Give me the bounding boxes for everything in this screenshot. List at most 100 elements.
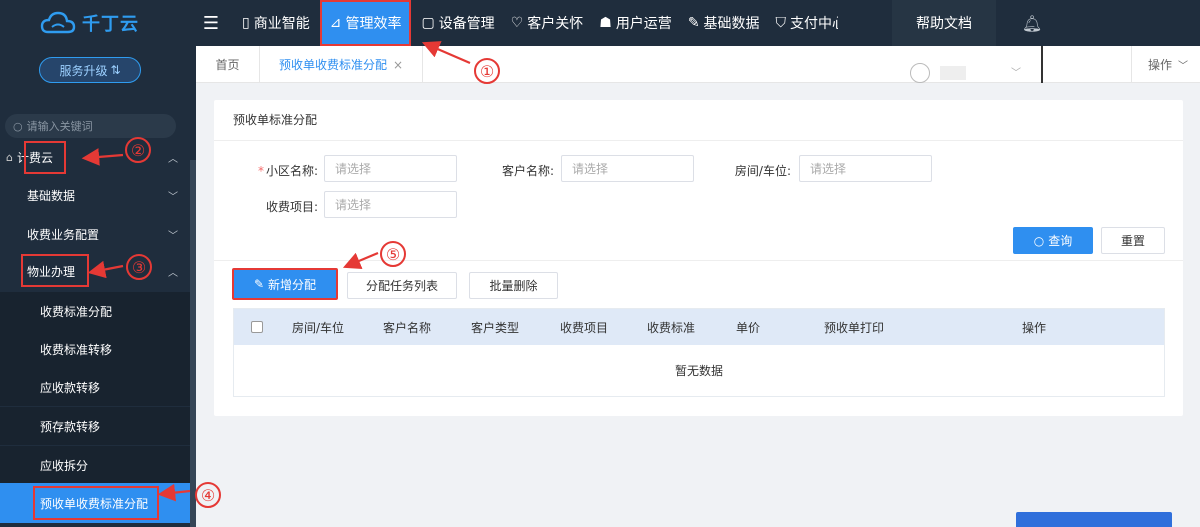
sidebar-sub-receivable-split[interactable]: 应收拆分 [0, 446, 190, 484]
close-icon[interactable]: × [393, 58, 403, 72]
logo: 千丁云 [40, 8, 139, 38]
annotation-2: ② [125, 137, 151, 163]
chevron-down-icon: ﹀ [168, 191, 178, 203]
floating-help-button[interactable] [1016, 512, 1172, 527]
label-text: 小区名称: [265, 164, 318, 178]
nav-help-label: 帮助文档 [916, 16, 972, 32]
sidebar-sub-receivable-transfer[interactable]: 应收款转移 [0, 368, 190, 406]
chevron-down-icon: ﹀ [1178, 61, 1189, 72]
col-fee-item: 收费项目 [560, 320, 609, 335]
tab-home[interactable]: 首页 [196, 46, 260, 83]
select-all-checkbox[interactable] [251, 309, 263, 345]
add-assignment-button[interactable]: ✎ 新增分配 [232, 268, 338, 300]
reset-button[interactable]: 重置 [1101, 227, 1165, 254]
sidebar-sub-fee-standard-transfer[interactable]: 收费标准转移 [0, 330, 190, 368]
search-icon: ○ [1033, 233, 1045, 248]
chevron-down-icon[interactable]: ﹀ [1011, 64, 1021, 79]
upgrade-label: 服务升级 [59, 63, 108, 78]
nav-label: 商业智能 [253, 16, 310, 32]
bi-icon: ▯ [242, 15, 250, 31]
nav-label: 支付中心 [790, 16, 838, 32]
customer-select[interactable]: 请选择 [561, 155, 694, 182]
sidebar-search-input[interactable]: ○ 请输入关键词 [5, 114, 176, 138]
sidebar-item-basic-data[interactable]: 基础数据 ﹀ [0, 177, 190, 213]
sidebar-scrollbar[interactable] [190, 160, 196, 527]
annotation-4: ④ [195, 482, 221, 508]
button-label: 分配任务列表 [365, 279, 438, 293]
bell-icon[interactable]: 🔔︎ [1016, 0, 1048, 46]
sidebar-sub-label: 应收款转移 [40, 380, 101, 395]
sidebar-sub-fee-standard-assign[interactable]: 收费标准分配 [0, 292, 190, 330]
col-room: 房间/车位 [292, 320, 345, 335]
tab-label: 首页 [215, 58, 240, 72]
tab-operations-dropdown[interactable]: 操作 ﹀ [1131, 46, 1188, 83]
query-button[interactable]: ○ 查询 [1013, 227, 1093, 254]
fee-item-select[interactable]: 请选择 [324, 191, 457, 218]
service-upgrade-button[interactable]: 服务升级 ⇅ [39, 57, 141, 83]
placeholder: 请选择 [335, 162, 372, 176]
nav-management-efficiency[interactable]: ⊿ 管理效率 [319, 0, 412, 46]
col-customer-name: 客户名称 [383, 320, 432, 335]
tab-label: 预收单收费标准分配 [278, 58, 387, 72]
nav-payment-center[interactable]: ⛉ 支付中心 [768, 0, 838, 46]
nav-device-management[interactable]: ▢ 设备管理 [413, 0, 502, 46]
chevron-up-icon: ︿ [168, 153, 178, 165]
sidebar-sub-prepaid-transfer[interactable]: 预存款转移 [0, 407, 190, 445]
shield-icon: ⛉ [775, 15, 787, 31]
divider [214, 260, 1183, 261]
col-unit-price: 单价 [736, 320, 761, 335]
placeholder: 请选择 [335, 198, 372, 212]
placeholder: 请选择 [810, 162, 847, 176]
tab-prepay-fee-standard[interactable]: 预收单收费标准分配 × [260, 46, 423, 83]
sidebar-item-fee-config[interactable]: 收费业务配置 ﹀ [0, 216, 190, 252]
fee-item-label: 收费项目: [265, 200, 318, 214]
wrench-icon: ✎ [687, 15, 700, 31]
community-select[interactable]: 请选择 [324, 155, 457, 182]
customer-label: 客户名称: [501, 164, 554, 178]
nav-customer-care[interactable]: ♡ 客户关怀 [503, 0, 592, 46]
nav-business-intelligence[interactable]: ▯ 商业智能 [234, 0, 318, 46]
divider [1041, 46, 1043, 83]
highlight-box [24, 141, 66, 174]
nav-user-operations[interactable]: ☗ 用户运营 [591, 0, 680, 46]
heart-icon: ♡ [510, 15, 524, 31]
page-title: 预收单标准分配 [233, 113, 318, 127]
batch-delete-button[interactable]: 批量删除 [469, 272, 558, 299]
button-label: 新增分配 [268, 277, 317, 292]
table-header: 房间/车位 客户名称 客户类型 收费项目 收费标准 单价 预收单打印 操作 [234, 309, 1164, 345]
nav-label: 用户运营 [615, 16, 672, 32]
nav-label: 客户关怀 [527, 16, 584, 32]
col-actions: 操作 [1022, 320, 1047, 335]
nav-basic-data[interactable]: ✎ 基础数据 [680, 0, 768, 46]
nav-label: 基础数据 [703, 16, 760, 32]
sidebar-sub-label: 收费标准分配 [40, 304, 113, 319]
highlight-box [21, 254, 89, 287]
user-name-blurred [940, 66, 966, 80]
avatar[interactable] [910, 63, 930, 83]
required-mark: * [257, 164, 264, 178]
top-navigation: ☰ ▯ 商业智能 ⊿ 管理效率 ▢ 设备管理 ♡ 客户关怀 ☗ 用户运营 ✎ 基… [196, 0, 1200, 46]
sidebar: 千丁云 服务升级 ⇅ ○ 请输入关键词 ⌂ 计费云 ︿ 基础数据 ﹀ 收费业务配… [0, 0, 196, 527]
sidebar-sub-label: 预存款转移 [40, 419, 101, 434]
data-table: 房间/车位 客户名称 客户类型 收费项目 收费标准 单价 预收单打印 操作 暂无… [233, 308, 1165, 397]
chevron-up-icon: ︿ [168, 267, 178, 279]
menu-toggle-icon[interactable]: ☰ [196, 0, 226, 46]
divider [214, 140, 1183, 141]
logo-text: 千丁云 [82, 14, 139, 35]
nav-help-docs[interactable]: 帮助文档 [892, 0, 996, 46]
annotation-1: ① [474, 58, 500, 84]
sidebar-sub-label: 应收拆分 [40, 458, 89, 473]
sidebar-item-label: 收费业务配置 [27, 227, 100, 242]
col-customer-type: 客户类型 [471, 320, 520, 335]
room-label: 房间/车位: [734, 164, 791, 178]
main-panel: 预收单标准分配 * 小区名称: 请选择 客户名称: 请选择 房间/车位: 请选择 … [214, 100, 1183, 416]
button-label: 查询 [1048, 234, 1073, 248]
nav-label: 管理效率 [345, 16, 402, 32]
task-list-button[interactable]: 分配任务列表 [347, 272, 457, 299]
user-ops-icon: ☗ [599, 15, 612, 31]
room-select[interactable]: 请选择 [799, 155, 932, 182]
search-icon: ○ [13, 119, 23, 133]
edit-icon: ✎ [253, 277, 265, 291]
empty-state: 暂无数据 [674, 364, 723, 378]
search-placeholder: 请输入关键词 [26, 120, 93, 133]
